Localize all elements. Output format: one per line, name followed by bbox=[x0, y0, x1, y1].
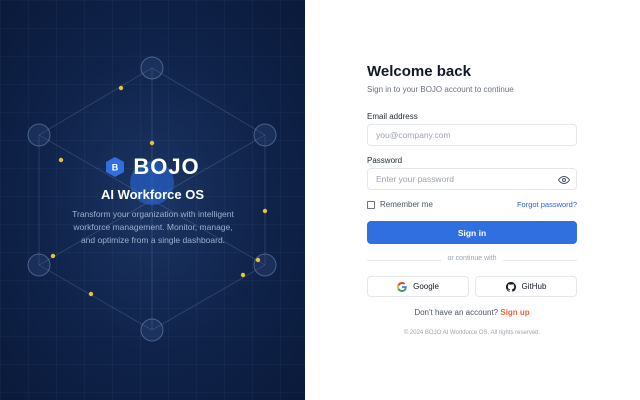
forgot-password-link[interactable]: Forgot password? bbox=[517, 200, 577, 209]
signup-prompt: Don't have an account? Sign up bbox=[367, 308, 577, 317]
password-placeholder: Enter your password bbox=[376, 174, 454, 184]
accent-dot bbox=[240, 272, 246, 278]
divider: or continue with bbox=[367, 255, 577, 265]
network-node bbox=[27, 253, 51, 277]
eye-icon[interactable] bbox=[558, 174, 570, 186]
signup-prompt-text: Don't have an account? bbox=[414, 308, 499, 317]
github-button[interactable]: GitHub bbox=[475, 276, 577, 297]
github-icon bbox=[505, 281, 516, 292]
brand-header: B BOJO bbox=[0, 154, 305, 180]
accent-dot bbox=[118, 85, 124, 91]
brand-tagline: AI Workforce OS bbox=[100, 187, 205, 202]
svg-text:B: B bbox=[112, 163, 119, 173]
accent-dot bbox=[255, 257, 261, 263]
accent-dot bbox=[50, 253, 56, 259]
remember-label: Remember me bbox=[380, 200, 433, 209]
email-placeholder: you@company.com bbox=[376, 130, 451, 140]
network-node bbox=[253, 253, 277, 277]
email-label: Email address bbox=[367, 112, 418, 121]
accent-dot bbox=[262, 208, 268, 214]
network-node bbox=[140, 56, 164, 80]
login-panel: Welcome back Sign in to your BOJO accoun… bbox=[305, 0, 640, 400]
page-title: Welcome back bbox=[367, 63, 471, 80]
accent-dot bbox=[88, 291, 94, 297]
brand-description: Transform your organization with intelli… bbox=[72, 209, 234, 245]
network-node bbox=[140, 318, 164, 342]
copyright: © 2024 BOJO AI Workforce OS. All rights … bbox=[403, 330, 541, 336]
brand-panel: B BOJO AI Workforce OS Transform your or… bbox=[0, 0, 305, 400]
hexagon-logo-icon: B bbox=[105, 156, 125, 178]
github-label: GitHub bbox=[521, 282, 547, 291]
sign-up-link[interactable]: Sign up bbox=[500, 308, 529, 317]
password-label: Password bbox=[367, 156, 403, 165]
accent-dot bbox=[149, 140, 155, 146]
page-subtitle: Sign in to your BOJO account to continue bbox=[367, 85, 514, 94]
remember-me[interactable]: Remember me bbox=[367, 200, 433, 209]
password-field[interactable]: Enter your password bbox=[367, 168, 577, 190]
google-label: Google bbox=[413, 282, 439, 291]
brand-name: BOJO bbox=[133, 154, 200, 179]
divider-text: or continue with bbox=[441, 255, 503, 262]
network-node bbox=[253, 123, 277, 147]
remember-checkbox[interactable] bbox=[367, 200, 375, 209]
email-field[interactable]: you@company.com bbox=[367, 124, 577, 146]
sign-in-button[interactable]: Sign in bbox=[367, 221, 577, 244]
google-icon bbox=[397, 281, 407, 292]
google-button[interactable]: Google bbox=[367, 276, 469, 297]
network-node bbox=[27, 123, 51, 147]
